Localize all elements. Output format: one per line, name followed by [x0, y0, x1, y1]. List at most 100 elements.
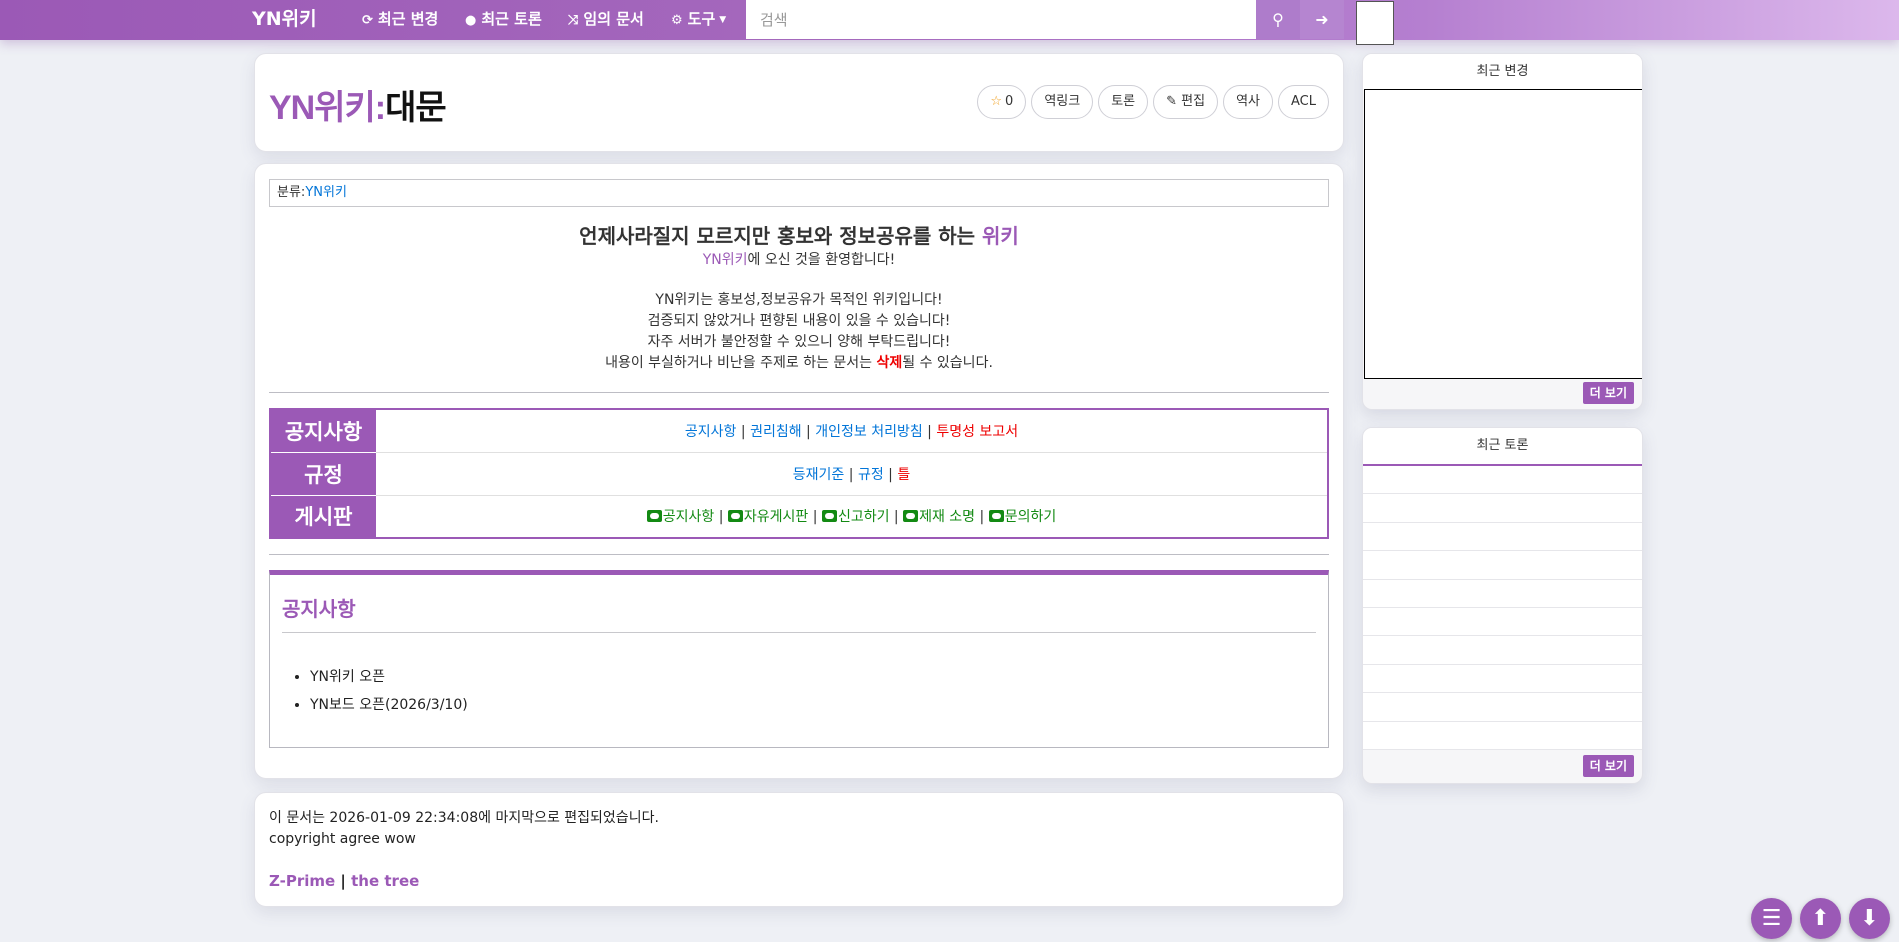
category-label: 분류: — [277, 185, 306, 200]
edit-label: 편집 — [1181, 94, 1206, 109]
footer-card: 이 문서는 2026-01-09 22:34:08에 마지막으로 편집되었습니다… — [254, 792, 1344, 907]
link-board-notice-label: 공지사항 — [662, 509, 715, 526]
nav-tools-label: 도구 — [687, 10, 716, 28]
document-title-card: YN위키:대문 ☆ 0 역링크 토론 ✎ 편집 역사 ACL — [254, 53, 1344, 152]
link-listing-criteria[interactable]: 등재기준 — [793, 467, 845, 483]
notice-title: 공지사항 — [282, 593, 1316, 633]
recent-discussions-more-button[interactable]: 더 보기 — [1582, 755, 1634, 777]
link-sanction-appeal[interactable]: 제재 소명 — [903, 509, 975, 525]
search-input[interactable] — [746, 0, 1256, 39]
page-name: 대문 — [385, 89, 447, 127]
list-item[interactable] — [1363, 466, 1642, 495]
gear-icon: ⚙ — [671, 13, 683, 28]
row-header-notice: 공지사항 — [270, 409, 376, 452]
list-item[interactable] — [1363, 579, 1642, 608]
separator: | — [893, 509, 899, 526]
history-button[interactable]: 역사 — [1223, 85, 1274, 119]
nav-recent-changes[interactable]: ⟳ 최근 변경 — [362, 0, 438, 40]
intro-section: 언제사라질지 모르지만 홍보와 정보공유를 하는 위키 YN위키에 오신 것을 … — [269, 222, 1329, 374]
page-namespace: YN위키: — [269, 89, 386, 127]
intro-headline: 언제사라질지 모르지만 홍보와 정보공유를 하는 위키 — [269, 222, 1329, 250]
list-item[interactable] — [1363, 721, 1642, 750]
divider — [269, 392, 1329, 393]
separator: | — [979, 509, 985, 526]
board-icon — [903, 510, 919, 523]
category-box: 분류:YN위키 — [269, 179, 1329, 207]
nav-tools-dropdown[interactable]: ⚙ 도구 ▼ — [671, 0, 726, 40]
link-privacy-policy[interactable]: 개인정보 처리방침 — [815, 424, 923, 440]
backlink-button[interactable]: 역링크 — [1031, 85, 1094, 119]
scroll-bottom-button[interactable]: ⬇ — [1849, 898, 1890, 939]
intro-wiki-link[interactable]: 위키 — [982, 224, 1019, 248]
board-icon — [988, 510, 1004, 523]
board-icon — [727, 510, 743, 523]
edit-icon: ✎ — [1166, 94, 1178, 109]
recent-changes-more-button[interactable]: 더 보기 — [1582, 382, 1634, 404]
category-link[interactable]: YN위키 — [305, 185, 347, 200]
list-item[interactable] — [1363, 664, 1642, 694]
link-notice[interactable]: 공지사항 — [685, 424, 737, 440]
search-icon: ⚲ — [1272, 10, 1284, 29]
intro-welcome: YN위키에 오신 것을 환영합니다! — [269, 250, 1329, 270]
intro-welcome-link[interactable]: YN위키 — [703, 252, 748, 268]
table-row: 공지사항 공지사항 | 권리침해 | 개인정보 처리방침 | 투명성 보고서 — [270, 409, 1328, 452]
list-item: YN위키 오픈 — [310, 663, 468, 691]
search-button[interactable]: ⚲ — [1256, 0, 1300, 39]
link-board-notice[interactable]: 공지사항 — [646, 509, 715, 526]
link-rights-infringement[interactable]: 권리침해 — [750, 424, 802, 440]
list-item[interactable] — [1363, 693, 1642, 722]
nav-random-document[interactable]: ⤨ 임의 문서 — [568, 0, 644, 40]
link-free-board-label: 자유게시판 — [743, 509, 809, 526]
intro-line-4-pre: 내용이 부실하거나 비난을 주제로 하는 문서는 — [605, 355, 877, 371]
intro-line-4-post: 될 수 있습니다. — [902, 355, 993, 371]
star-button[interactable]: ☆ 0 — [977, 85, 1027, 119]
row-links-notice: 공지사항 | 권리침해 | 개인정보 처리방침 | 투명성 보고서 — [376, 409, 1328, 452]
footer-link-zprime[interactable]: Z-Prime — [269, 872, 335, 890]
brand-logo[interactable]: YN위키 — [252, 0, 317, 40]
go-button[interactable]: ➜ — [1300, 0, 1344, 39]
discuss-button[interactable]: 토론 — [1098, 85, 1149, 119]
comments-icon: ● — [465, 13, 477, 28]
divider — [269, 554, 1329, 555]
link-report[interactable]: 신고하기 — [821, 509, 889, 525]
list-item[interactable] — [1363, 551, 1642, 580]
intro-headline-text: 언제사라질지 모르지만 홍보와 정보공유를 하는 — [579, 224, 982, 248]
link-rules[interactable]: 규정 — [858, 467, 884, 483]
arrow-down-icon: ⬇ — [1860, 906, 1879, 931]
acl-button[interactable]: ACL — [1278, 85, 1329, 119]
link-inquiry-label: 문의하기 — [1004, 509, 1057, 526]
footer-link-thetree[interactable]: the tree — [351, 872, 419, 890]
edit-button[interactable]: ✎ 편집 — [1153, 85, 1219, 119]
link-free-board[interactable]: 자유게시판 — [727, 509, 809, 526]
intro-delete-text: 삭제 — [876, 355, 903, 371]
scroll-top-button[interactable]: ⬆ — [1800, 898, 1841, 939]
star-count: 0 — [1005, 94, 1014, 109]
table-row: 규정 등재기준 | 규정 | 틀 — [270, 451, 1328, 495]
document-content-card: 분류:YN위키 언제사라질지 모르지만 홍보와 정보공유를 하는 위키 YN위키… — [254, 163, 1344, 779]
row-links-board: 공지사항 | 자유게시판 | 신고하기 | 제재 소명 | 문의하기 — [376, 494, 1328, 538]
user-menu-box[interactable] — [1356, 1, 1394, 45]
intro-line-4: 내용이 부실하거나 비난을 주제로 하는 문서는 삭제될 수 있습니다. — [269, 353, 1329, 374]
list-item[interactable] — [1363, 522, 1642, 552]
list-item[interactable] — [1363, 636, 1642, 665]
arrow-right-icon: ➜ — [1315, 10, 1329, 29]
separator: | — [740, 423, 746, 440]
toc-button[interactable]: ☰ — [1751, 898, 1792, 939]
intro-line-2: 검증되지 않았거나 편향된 내용이 있을 수 있습니다! — [647, 313, 951, 329]
recent-discussions-panel: 최근 토론 더 보기 — [1362, 427, 1643, 784]
arrow-up-icon: ⬆ — [1811, 906, 1830, 931]
list-icon: ☰ — [1761, 906, 1782, 931]
separator: | — [806, 423, 811, 440]
nav-random-document-label: 임의 문서 — [583, 10, 644, 28]
footer-text: 이 문서는 2026-01-09 22:34:08에 마지막으로 편집되었습니다… — [269, 808, 659, 850]
intro-line-1: YN위키는 홍보성,정보공유가 목적인 위키입니다! — [655, 292, 943, 308]
last-edited-text: 이 문서는 2026-01-09 22:34:08에 마지막으로 편집되었습니다… — [269, 810, 659, 826]
list-item[interactable] — [1363, 607, 1642, 637]
notice-list: YN위키 오픈 YN보드 오픈(2026/3/10) — [310, 663, 468, 719]
nav-recent-discussions[interactable]: ● 최근 토론 — [465, 0, 542, 40]
board-icon — [646, 510, 662, 523]
link-inquiry[interactable]: 문의하기 — [988, 509, 1057, 526]
list-item[interactable] — [1363, 494, 1642, 523]
link-transparency-report[interactable]: 투명성 보고서 — [936, 424, 1018, 440]
link-template[interactable]: 틀 — [897, 467, 910, 483]
